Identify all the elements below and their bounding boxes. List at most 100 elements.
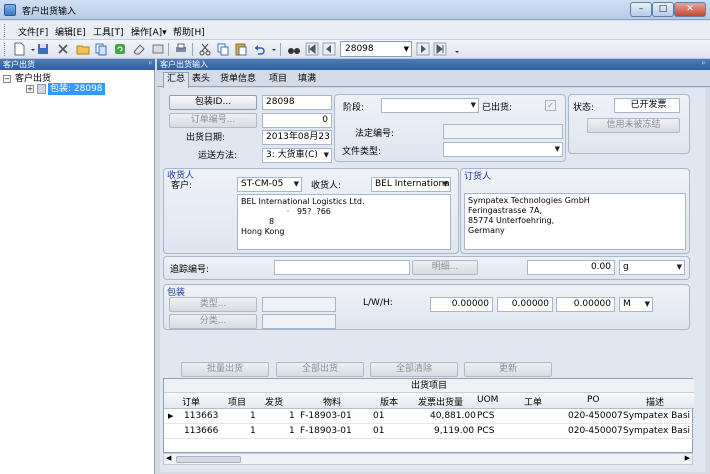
toolbar-overflow-icon[interactable] [450,42,459,56]
tree-item-package[interactable]: 包装: 28098 [48,83,105,95]
paste-icon[interactable] [234,42,248,56]
order-number-button[interactable]: 订单编号... [169,113,257,128]
undo-icon[interactable] [252,42,266,56]
close-button[interactable]: ✕ [674,2,706,17]
col-version[interactable]: 版本 [380,395,398,408]
package-class-button[interactable]: 分类... [169,314,257,329]
tab-header[interactable]: 表头 [189,73,213,87]
package-id-button[interactable]: 包装ID... [169,95,257,110]
col-order[interactable]: 订单 [182,395,200,408]
tree-collapse-icon[interactable]: − [3,75,11,83]
new-icon[interactable] [12,42,26,56]
shipped-checkbox[interactable]: ✓ [545,100,556,111]
consignee-select[interactable]: BEL Internationa ▼ [371,177,451,192]
tree-expand-icon[interactable]: + [26,85,34,93]
undo-dropdown-icon[interactable] [267,42,276,56]
last-record-icon[interactable] [433,42,447,56]
pin-icon[interactable]: ᵖ [702,59,705,70]
menu-operations[interactable]: 操作[A]▾ [131,25,167,38]
menu-help[interactable]: 帮助[H] [173,25,205,38]
tracking-detail-button[interactable]: 明细... [412,260,478,275]
ship-date-field[interactable]: 2013年08月23 [262,130,332,145]
col-material[interactable]: 物料 [323,395,341,408]
new-dropdown-icon[interactable] [26,42,35,56]
file-type-label: 文件类型: [342,147,382,157]
refresh-icon[interactable] [113,42,127,56]
maximize-button[interactable]: □ [652,2,674,17]
address-line: 85774 Unterfoehring, [468,216,555,225]
col-uom[interactable]: UOM [477,395,498,405]
height-field[interactable]: 0.00000 [556,297,615,312]
consignee-label: 收货人: [311,181,342,191]
tab-items[interactable]: 项目 [266,73,290,87]
dimension-unit-select[interactable]: M ▼ [619,297,653,312]
col-work-order[interactable]: 工单 [524,395,542,408]
save-icon[interactable] [36,42,50,56]
order-party-address[interactable]: Sympatex Technologies GmbH Feringastrasse… [464,193,686,250]
attachment-icon[interactable] [151,42,165,56]
scrollbar-thumb[interactable] [176,456,241,463]
grid-title: 出货项目 [164,379,694,393]
menu-file[interactable]: 文件[F] [18,25,48,38]
length-field[interactable]: 0.00000 [430,297,493,312]
grid-horizontal-scrollbar[interactable]: ◀ ▶ [163,453,693,465]
clear-all-button[interactable]: 全部清除 [370,362,458,377]
copy-icon[interactable] [216,42,230,56]
stage-select[interactable]: ▼ [381,98,479,113]
tab-shipping-info[interactable]: 货单信息 [217,73,259,87]
copy-record-icon[interactable] [94,42,108,56]
minimize-button[interactable]: – [630,2,652,17]
width-field[interactable]: 0.00000 [497,297,553,312]
weight-unit-select[interactable]: g ▼ [619,260,685,275]
menu-edit[interactable]: 编辑[E] [55,25,86,38]
table-row[interactable]: 113666 1 1 F-18903-01 01 9,119.00 PCS 02… [164,424,694,439]
ship-all-button[interactable]: 全部出货 [276,362,364,377]
customer-value: ST-CM-05 [241,179,284,189]
next-record-icon[interactable] [416,42,430,56]
file-type-select[interactable]: ▼ [443,142,563,157]
update-button[interactable]: 更新 [464,362,552,377]
previous-record-icon[interactable] [322,42,336,56]
left-panel-tree: − 客户出货 + 包装: 28098 [0,70,155,474]
eraser-icon[interactable] [132,42,146,56]
print-icon[interactable] [174,42,188,56]
batch-ship-button[interactable]: 批量出货 [181,362,269,377]
col-invoice-qty[interactable]: 发票出货量 [418,395,463,408]
tab-summary[interactable]: 汇总 [163,72,190,88]
delete-icon[interactable] [56,42,70,56]
scroll-left-icon[interactable]: ◀ [166,454,171,462]
package-id-field[interactable]: 28098 [262,95,332,110]
ship-method-select[interactable]: 3: 大货車(C) ▼ [262,148,332,163]
record-selector[interactable]: 28098 ▼ [340,41,412,57]
customer-select[interactable]: ST-CM-05 ▼ [237,177,302,192]
title-bar: 客户出货输入 – □ ✕ [0,0,710,20]
pin-icon[interactable]: ᵖ [149,59,152,70]
weight-field[interactable]: 0.00 [527,260,615,275]
col-po[interactable]: PO [587,395,600,405]
first-record-icon[interactable] [305,42,319,56]
package-type-field[interactable] [262,297,336,312]
legal-number-field[interactable] [443,124,563,139]
tracking-number-field[interactable] [274,260,410,275]
menu-tools[interactable]: 工具[T] [93,25,124,38]
order-number-field[interactable]: 0 [262,113,332,128]
binoculars-search-icon[interactable] [287,42,301,56]
col-ship[interactable]: 发货 [265,395,283,408]
credit-status-button[interactable]: 信用未被冻结 [587,118,680,133]
package-class-field[interactable] [262,314,336,329]
tab-fill[interactable]: 填满 [295,73,319,87]
ship-method-value: 3: 大货車(C) [266,150,318,160]
col-description[interactable]: 描述 [646,395,664,408]
package-type-button[interactable]: 类型... [169,297,257,312]
app-icon [4,4,16,16]
col-item[interactable]: 项目 [228,395,246,408]
consignee-address[interactable]: BEL International Logistics Ltd. · 95? ?… [237,194,451,250]
cell-uom: PCS [477,426,495,436]
chevron-down-icon: ▼ [676,263,682,271]
scroll-right-icon[interactable]: ▶ [685,454,690,462]
cell-material: F-18903-01 [300,426,352,436]
open-folder-icon[interactable] [76,42,90,56]
cut-icon[interactable] [198,42,212,56]
package-icon [37,84,46,94]
table-row[interactable]: ▶ 113663 1 1 F-18903-01 01 40,881.00 PCS… [164,409,694,424]
